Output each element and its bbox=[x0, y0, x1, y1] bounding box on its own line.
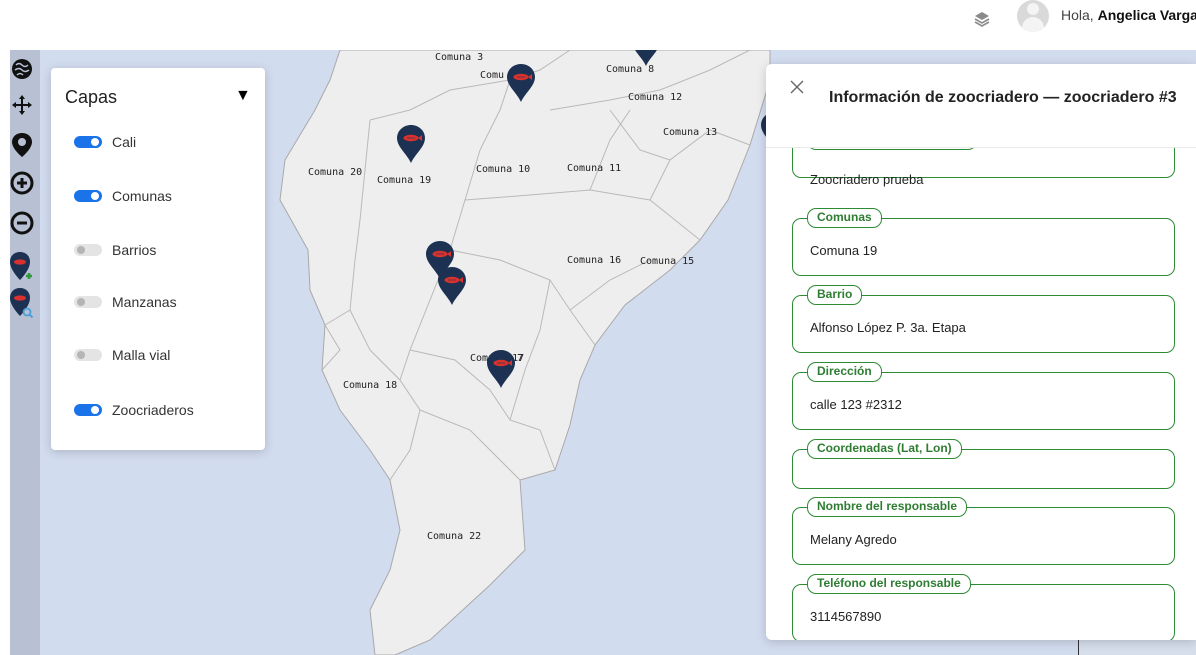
field-telefono-responsable: Teléfono del responsable 3114567890 bbox=[792, 574, 1175, 640]
layer-label: Zoocriaderos bbox=[112, 402, 194, 418]
info-panel-title: Información de zoocriadero — zoocriadero… bbox=[829, 89, 1177, 106]
layer-toggle-malla-vial[interactable] bbox=[74, 349, 102, 361]
close-icon[interactable] bbox=[788, 78, 806, 96]
layer-toggle-barrios[interactable] bbox=[74, 244, 102, 256]
info-panel-header: Información de zoocriadero — zoocriadero… bbox=[766, 64, 1196, 148]
zoom-in-icon[interactable] bbox=[10, 170, 34, 196]
add-zoocriadero-icon[interactable] bbox=[10, 250, 34, 286]
layers-panel-title: Capas bbox=[65, 87, 118, 107]
field-direccion: Dirección calle 123 #2312 bbox=[792, 362, 1175, 430]
layer-toggle-comunas[interactable] bbox=[74, 190, 102, 202]
layer-row-malla-vial[interactable]: Malla vial bbox=[74, 343, 170, 367]
layer-toggle-cali[interactable] bbox=[74, 136, 102, 148]
field-value: Alfonso López P. 3a. Etapa bbox=[810, 320, 966, 335]
field-barrio: Barrio Alfonso López P. 3a. Etapa bbox=[792, 285, 1175, 353]
zoocriadero-info-panel: Información de zoocriadero — zoocriadero… bbox=[766, 64, 1196, 640]
field-nombre-responsable: Nombre del responsable Melany Agredo bbox=[792, 497, 1175, 565]
map-layers-icon[interactable] bbox=[10, 56, 34, 82]
zoom-out-icon[interactable] bbox=[10, 210, 34, 236]
location-pin-icon[interactable] bbox=[10, 132, 34, 158]
field-value: Zoocriadero prueba bbox=[810, 172, 924, 187]
zoocriadero-marker[interactable] bbox=[396, 124, 426, 164]
field-value: Comuna 19 bbox=[810, 243, 878, 258]
layer-label: Manzanas bbox=[112, 294, 177, 310]
zoocriadero-marker[interactable] bbox=[437, 266, 467, 306]
map-toolbar bbox=[10, 50, 40, 655]
zoocriadero-marker[interactable] bbox=[486, 349, 516, 389]
layer-row-zoocriaderos[interactable]: Zoocriaderos bbox=[74, 398, 194, 422]
field-value: 3114567890 bbox=[810, 609, 882, 624]
zoocriadero-marker[interactable] bbox=[506, 63, 536, 103]
zoocriadero-marker[interactable] bbox=[631, 50, 661, 67]
field-legend: Dirección bbox=[807, 362, 882, 382]
collapse-arrow-icon[interactable]: ▼ bbox=[235, 87, 251, 105]
layer-row-manzanas[interactable]: Manzanas bbox=[74, 290, 177, 314]
user-greeting[interactable]: Hola, Angelica Varga bbox=[1061, 7, 1196, 23]
user-name: Angelica Varga bbox=[1097, 7, 1196, 23]
layer-row-comunas[interactable]: Comunas bbox=[74, 184, 172, 208]
greeting-prefix: Hola, bbox=[1061, 7, 1098, 23]
field-value: Melany Agredo bbox=[810, 532, 897, 547]
layer-label: Comunas bbox=[112, 188, 172, 204]
layer-toggle-zoocriaderos[interactable] bbox=[74, 404, 102, 416]
top-bar: Hola, Angelica Varga bbox=[0, 0, 1196, 50]
user-avatar-icon[interactable] bbox=[1017, 0, 1049, 32]
layer-label: Cali bbox=[112, 134, 137, 150]
field-legend: Teléfono del responsable bbox=[807, 574, 971, 594]
search-zoocriadero-icon[interactable] bbox=[10, 286, 34, 322]
layer-row-cali[interactable]: Cali bbox=[74, 130, 136, 154]
layer-label: Malla vial bbox=[112, 347, 171, 363]
field-value: calle 123 #2312 bbox=[810, 397, 902, 412]
layer-label: Barrios bbox=[112, 242, 157, 258]
layers-panel: Capas ▼ Cali Comunas Barrios Manzanas Ma… bbox=[51, 68, 265, 450]
layer-row-barrios[interactable]: Barrios bbox=[74, 238, 156, 262]
field-legend: Comunas bbox=[807, 208, 882, 228]
field-legend: Coordenadas (Lat, Lon) bbox=[807, 439, 962, 459]
layers-icon[interactable] bbox=[972, 9, 992, 29]
field-comunas: Comunas Comuna 19 bbox=[792, 208, 1175, 276]
field-legend: Barrio bbox=[807, 285, 863, 305]
layer-toggle-manzanas[interactable] bbox=[74, 296, 102, 308]
field-coordenadas: Coordenadas (Lat, Lon) bbox=[792, 439, 1175, 489]
pan-move-icon[interactable] bbox=[10, 92, 34, 118]
field-legend: Nombre del responsable bbox=[807, 497, 968, 517]
